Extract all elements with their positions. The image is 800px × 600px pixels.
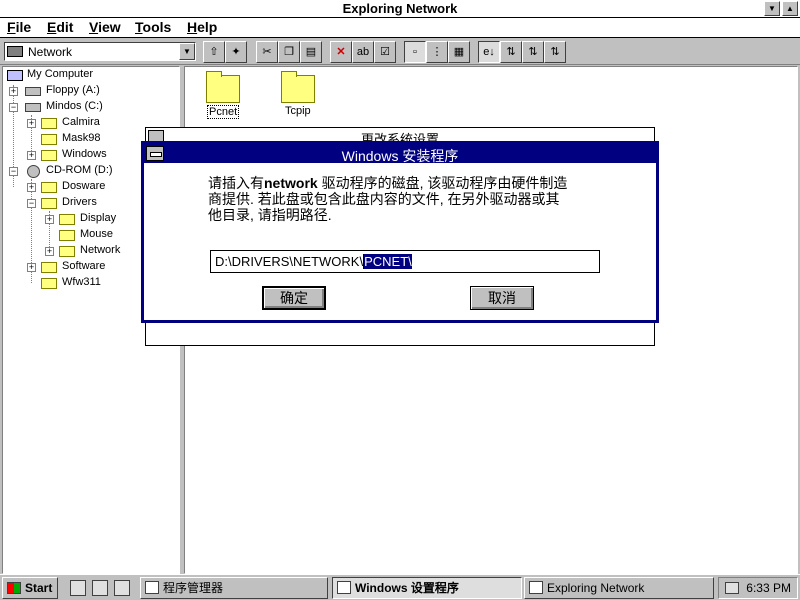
dialog-titlebar: Windows 安装程序 xyxy=(144,144,656,164)
window-titlebar: Exploring Network ▼ ▲ xyxy=(0,0,800,18)
volume-icon[interactable] xyxy=(725,582,739,594)
properties-button[interactable]: ☑ xyxy=(374,41,396,63)
collapse-icon[interactable]: − xyxy=(27,199,36,208)
cdrom-icon xyxy=(27,165,40,178)
folder-icon xyxy=(41,118,57,129)
explorer-icon xyxy=(529,581,543,594)
menu-view[interactable]: View xyxy=(89,19,121,35)
folder-icon xyxy=(41,278,57,289)
expand-icon[interactable]: + xyxy=(27,119,36,128)
maximize-button[interactable]: ▲ xyxy=(782,1,798,16)
copy-button[interactable]: ❐ xyxy=(278,41,300,63)
program-manager-icon xyxy=(145,581,159,594)
sort-name-button[interactable]: e↓ xyxy=(478,41,500,63)
window-title: Exploring Network xyxy=(342,1,458,16)
new-folder-button[interactable]: ✦ xyxy=(225,41,247,63)
collapse-icon[interactable]: − xyxy=(9,103,18,112)
expand-icon[interactable]: + xyxy=(27,263,36,272)
hard-drive-icon xyxy=(25,103,41,112)
setup-icon xyxy=(337,581,351,594)
small-icons-button[interactable]: ⋮ xyxy=(426,41,448,63)
ok-button[interactable]: 确定 xyxy=(262,286,326,310)
paste-button[interactable]: ▤ xyxy=(300,41,322,63)
expand-icon[interactable]: + xyxy=(9,87,18,96)
task-exploring-network[interactable]: Exploring Network xyxy=(524,577,714,599)
menu-help[interactable]: Help xyxy=(187,19,217,35)
dialog-title: Windows 安装程序 xyxy=(341,148,459,164)
details-button[interactable]: ▦ xyxy=(448,41,470,63)
path-prefix: D:\DRIVERS\NETWORK\ xyxy=(215,254,364,269)
folder-icon xyxy=(41,182,57,193)
cancel-button[interactable]: 取消 xyxy=(470,286,534,310)
folder-icon xyxy=(206,71,240,103)
folder-icon xyxy=(41,198,57,209)
sort-date-button[interactable]: ⇅ xyxy=(544,41,566,63)
toolbar: Network ▼ ⇧ ✦ ✂ ❐ ▤ ✕ ab ☑ ▫ ⋮ ▦ e↓ ⇅ ⇅ … xyxy=(0,39,800,65)
network-icon xyxy=(7,46,23,57)
delete-button[interactable]: ✕ xyxy=(330,41,352,63)
folder-icon xyxy=(59,230,75,241)
path-selection: PCNET\ xyxy=(364,254,412,269)
folder-icon xyxy=(41,150,57,161)
folder-icon xyxy=(59,214,75,225)
location-value: Network xyxy=(28,45,73,59)
quicklaunch-web-icon[interactable] xyxy=(114,580,130,596)
floppy-drive-icon xyxy=(25,87,41,96)
expand-icon[interactable]: + xyxy=(45,215,54,224)
computer-icon xyxy=(7,70,23,81)
sort-size-button[interactable]: ⇅ xyxy=(522,41,544,63)
folder-icon xyxy=(41,262,57,273)
expand-icon[interactable]: + xyxy=(27,151,36,160)
collapse-icon[interactable]: − xyxy=(9,167,18,176)
quicklaunch-printer-icon[interactable] xyxy=(70,580,86,596)
menu-tools[interactable]: Tools xyxy=(135,19,171,35)
up-folder-button[interactable]: ⇧ xyxy=(203,41,225,63)
start-button[interactable]: Start xyxy=(2,577,58,599)
menu-bar: File Edit View Tools Help xyxy=(0,18,800,38)
system-tray: 6:33 PM xyxy=(718,577,798,599)
clock: 6:33 PM xyxy=(746,581,791,595)
quicklaunch-search-icon[interactable] xyxy=(92,580,108,596)
folder-icon xyxy=(281,71,315,103)
expand-icon[interactable]: + xyxy=(27,183,36,192)
expand-icon[interactable]: + xyxy=(45,247,54,256)
setup-dialog: Windows 安装程序 请插入有network 驱动程序的磁盘, 该驱动程序由… xyxy=(141,141,659,323)
large-icons-button[interactable]: ▫ xyxy=(404,41,426,63)
task-program-manager[interactable]: 程序管理器 xyxy=(140,577,328,599)
location-combobox[interactable]: Network ▼ xyxy=(4,42,196,61)
windows-logo-icon xyxy=(7,582,21,594)
sort-type-button[interactable]: ⇅ xyxy=(500,41,522,63)
minimize-button[interactable]: ▼ xyxy=(764,1,780,16)
cut-button[interactable]: ✂ xyxy=(256,41,278,63)
menu-file[interactable]: File xyxy=(7,19,31,35)
chevron-down-icon[interactable]: ▼ xyxy=(179,43,195,60)
taskbar: Start 程序管理器 Windows 设置程序 Exploring Netwo… xyxy=(0,574,800,600)
rename-button[interactable]: ab xyxy=(352,41,374,63)
task-windows-setup[interactable]: Windows 设置程序 xyxy=(332,577,522,599)
menu-edit[interactable]: Edit xyxy=(47,19,73,35)
folder-icon xyxy=(41,134,57,145)
dialog-message: 请插入有network 驱动程序的磁盘, 该驱动程序由硬件制造 商提供. 若此盘… xyxy=(208,175,568,223)
folder-icon xyxy=(59,246,75,257)
path-input[interactable]: D:\DRIVERS\NETWORK\PCNET\ xyxy=(210,250,600,273)
